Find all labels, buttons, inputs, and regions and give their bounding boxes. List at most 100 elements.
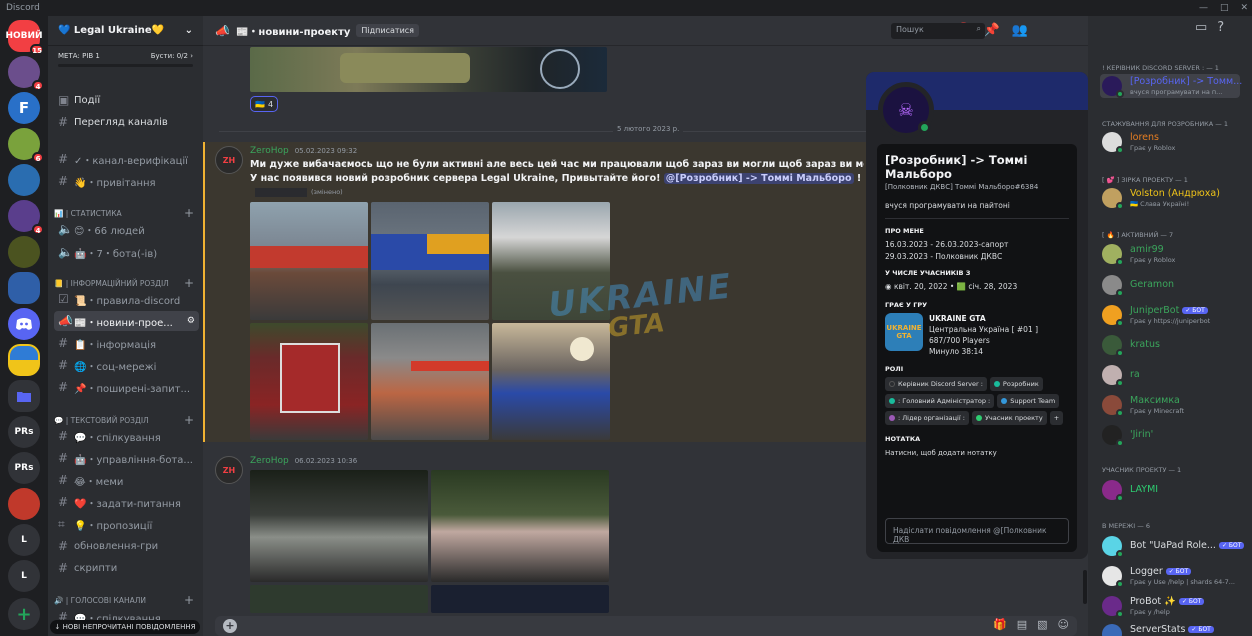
screenshot-thumbnail[interactable] <box>250 202 368 320</box>
member-item[interactable]: ServerStats ✓ БОТ <box>1100 622 1240 636</box>
add-server-button[interactable]: + <box>8 598 40 630</box>
channel-bot-control[interactable]: # 🤖・управління-бота... <box>54 448 199 468</box>
boost-meta[interactable]: МЕТА: РІВ 1 Бусти: 0/2 › <box>48 46 203 60</box>
channel-suggest[interactable]: ⌗ 💡・пропозиції <box>54 514 199 534</box>
member-item[interactable]: amir99 Грає у Roblox <box>1100 242 1240 266</box>
profile-avatar[interactable]: ☠ <box>878 82 934 138</box>
member-item[interactable]: ProBot ✨ ✓ БОТ Грає у /help <box>1100 594 1240 618</box>
message-composer[interactable]: + 🎁 ▤ ▧ ☺ <box>215 616 1077 636</box>
server-icon-l[interactable]: L <box>8 524 40 556</box>
role-pill[interactable]: Учасник проекту <box>971 411 1047 425</box>
message-author[interactable]: ZeroHop 06.02.2023 10:36 <box>250 456 357 466</box>
server-icon[interactable] <box>8 236 40 268</box>
channel-rules[interactable]: ☑ 📜・правила-discord <box>54 289 199 309</box>
screenshot-thumbnail[interactable] <box>431 585 609 613</box>
screenshot-thumbnail[interactable] <box>431 470 609 582</box>
server-icon[interactable]: 4 <box>8 200 44 235</box>
channel-social[interactable]: # 🌐・соц-мережі <box>54 355 199 375</box>
direct-message-input[interactable]: Надіслати повідомлення @[Полковник ДКВ <box>885 518 1069 544</box>
server-icon-new[interactable]: НОВИЙ 15 <box>5 20 44 55</box>
add-role-button[interactable]: + <box>1049 411 1064 425</box>
channel-news[interactable]: 📣 📰・новини-прое... ⚙ <box>54 311 199 331</box>
server-icon-legal-ukraine[interactable] <box>8 344 40 376</box>
role-pill[interactable]: Support Team <box>997 394 1060 408</box>
message-author[interactable]: ZeroHop 05.02.2023 09:32 <box>250 146 357 156</box>
add-channel-icon[interactable]: + <box>184 413 194 427</box>
add-channel-icon[interactable]: + <box>184 206 194 220</box>
channel-faq[interactable]: # 📌・поширені-запит... <box>54 377 199 397</box>
server-icon-prs[interactable]: PRs <box>8 416 40 448</box>
role-pill[interactable]: Керівник Discord Server : <box>885 377 987 391</box>
channel-information[interactable]: # 📋・інформація <box>54 333 199 353</box>
emoji-icon[interactable]: ☺ <box>1058 618 1069 631</box>
role-pill[interactable]: Розробник <box>989 377 1043 391</box>
avatar[interactable]: ZH <box>215 146 243 174</box>
scrollbar[interactable] <box>1083 570 1087 604</box>
channel-memes[interactable]: # 😂・меми <box>54 470 199 490</box>
sticker-icon[interactable]: ▧ <box>1037 618 1047 631</box>
screenshot-thumbnail[interactable] <box>371 323 489 440</box>
server-icon[interactable] <box>8 308 40 340</box>
screenshot-thumbnail[interactable] <box>250 585 428 613</box>
member-item[interactable]: Максимка Грає у Minecraft <box>1100 393 1240 417</box>
member-item[interactable]: Bot "UaPad Role... ✓ БОТ <box>1100 534 1245 558</box>
screenshot-thumbnail[interactable] <box>371 202 489 320</box>
add-attachment-icon[interactable]: + <box>223 619 237 633</box>
user-mention[interactable]: @[Розробник] -> Томмі Мальборо <box>663 173 854 184</box>
member-item[interactable]: lorens Грає у Roblox <box>1100 130 1240 154</box>
add-channel-icon[interactable]: + <box>184 276 194 290</box>
category-info[interactable]: 📒 | ІНФОРМАЦІЙНИЙ РОЗДІЛ + <box>54 276 194 290</box>
avatar[interactable]: ZH <box>215 456 243 484</box>
member-item[interactable]: kratus <box>1100 333 1240 357</box>
events-link[interactable]: ▣ Події <box>54 90 199 110</box>
channel-bots[interactable]: 🔈 🤖・7・бота(-ів) <box>54 242 199 262</box>
add-channel-icon[interactable]: + <box>184 593 194 607</box>
channel-verify[interactable]: # ✓・канал-верифікації <box>54 149 199 169</box>
folder-icon[interactable] <box>8 380 40 412</box>
channel-updates[interactable]: # обновлення-гри <box>54 536 199 556</box>
close-button[interactable]: ✕ <box>1240 0 1248 16</box>
invite-icon[interactable]: ⚙ <box>187 316 195 326</box>
channel-ask[interactable]: # ❤️・задати-питання <box>54 492 199 512</box>
browse-channels-link[interactable]: # Перегляд каналів <box>54 112 199 132</box>
server-icon[interactable] <box>8 272 40 304</box>
member-item[interactable]: [Розробник] -> Томм... вчуся програмувати… <box>1100 74 1242 98</box>
note-input[interactable]: Натисни, щоб додати нотатку <box>885 447 1069 459</box>
channel-chat[interactable]: # 💬・спілкування <box>54 426 199 446</box>
member-item[interactable]: ra <box>1100 363 1240 387</box>
category-text[interactable]: 💬 | ТЕКСТОВИЙ РОЗДІЛ + <box>54 413 194 427</box>
reaction-button[interactable]: 🇺🇦 4 <box>250 96 278 112</box>
help-icon[interactable]: ? <box>1217 20 1224 35</box>
member-list-icon[interactable]: 👥 <box>1012 23 1028 38</box>
server-icon-l[interactable]: L <box>8 560 40 592</box>
server-icon-prs[interactable]: PRs <box>8 452 40 484</box>
member-item[interactable]: Geramon <box>1100 273 1240 297</box>
screenshot-thumbnail[interactable] <box>492 323 610 440</box>
gif-icon[interactable]: ▤ <box>1017 618 1027 631</box>
screenshot-thumbnail[interactable] <box>250 323 368 440</box>
minimize-button[interactable]: — <box>1199 0 1208 16</box>
server-icon[interactable] <box>8 164 40 196</box>
server-icon[interactable]: 6 <box>8 128 44 163</box>
message-image[interactable] <box>250 47 607 92</box>
screenshot-thumbnail[interactable] <box>250 470 428 582</box>
server-icon[interactable]: F <box>8 92 40 124</box>
category-stats[interactable]: 📊 | СТАТИСТИКА + <box>54 206 194 220</box>
gift-icon[interactable]: 🎁 <box>993 618 1007 631</box>
member-item[interactable]: JuniperBot ✓ БОТ Грає у https://juniperbot <box>1100 303 1240 327</box>
member-item[interactable]: Logger ✓ БОТ Грає у Use /help | shards 64-… <box>1100 564 1240 588</box>
pin-icon[interactable]: 📌 <box>984 23 1000 38</box>
role-pill[interactable]: : Лідер організації : <box>885 411 969 425</box>
maximize-button[interactable]: □ <box>1220 0 1229 16</box>
channel-welcome[interactable]: # 👋・привітання <box>54 171 199 191</box>
role-pill[interactable]: : Головний Адміністратор : <box>885 394 995 408</box>
channel-people[interactable]: 🔈 😊・66 людей <box>54 219 199 239</box>
server-icon[interactable]: 4 <box>8 56 44 91</box>
new-unread-messages-button[interactable]: ↓ НОВІ НЕПРОЧИТАНІ ПОВІДОМЛЕННЯ <box>50 620 200 634</box>
follow-button[interactable]: Підписатися <box>356 24 419 37</box>
server-icon[interactable] <box>8 488 40 520</box>
guild-header[interactable]: 💙 Legal Ukraine💛 ⌄ <box>48 16 203 46</box>
member-item[interactable]: 'Jirin' <box>1100 423 1240 447</box>
member-item[interactable]: LAYMI <box>1100 478 1240 502</box>
category-voice[interactable]: 🔊 | ГОЛОСОВІ КАНАЛИ + <box>54 593 194 607</box>
